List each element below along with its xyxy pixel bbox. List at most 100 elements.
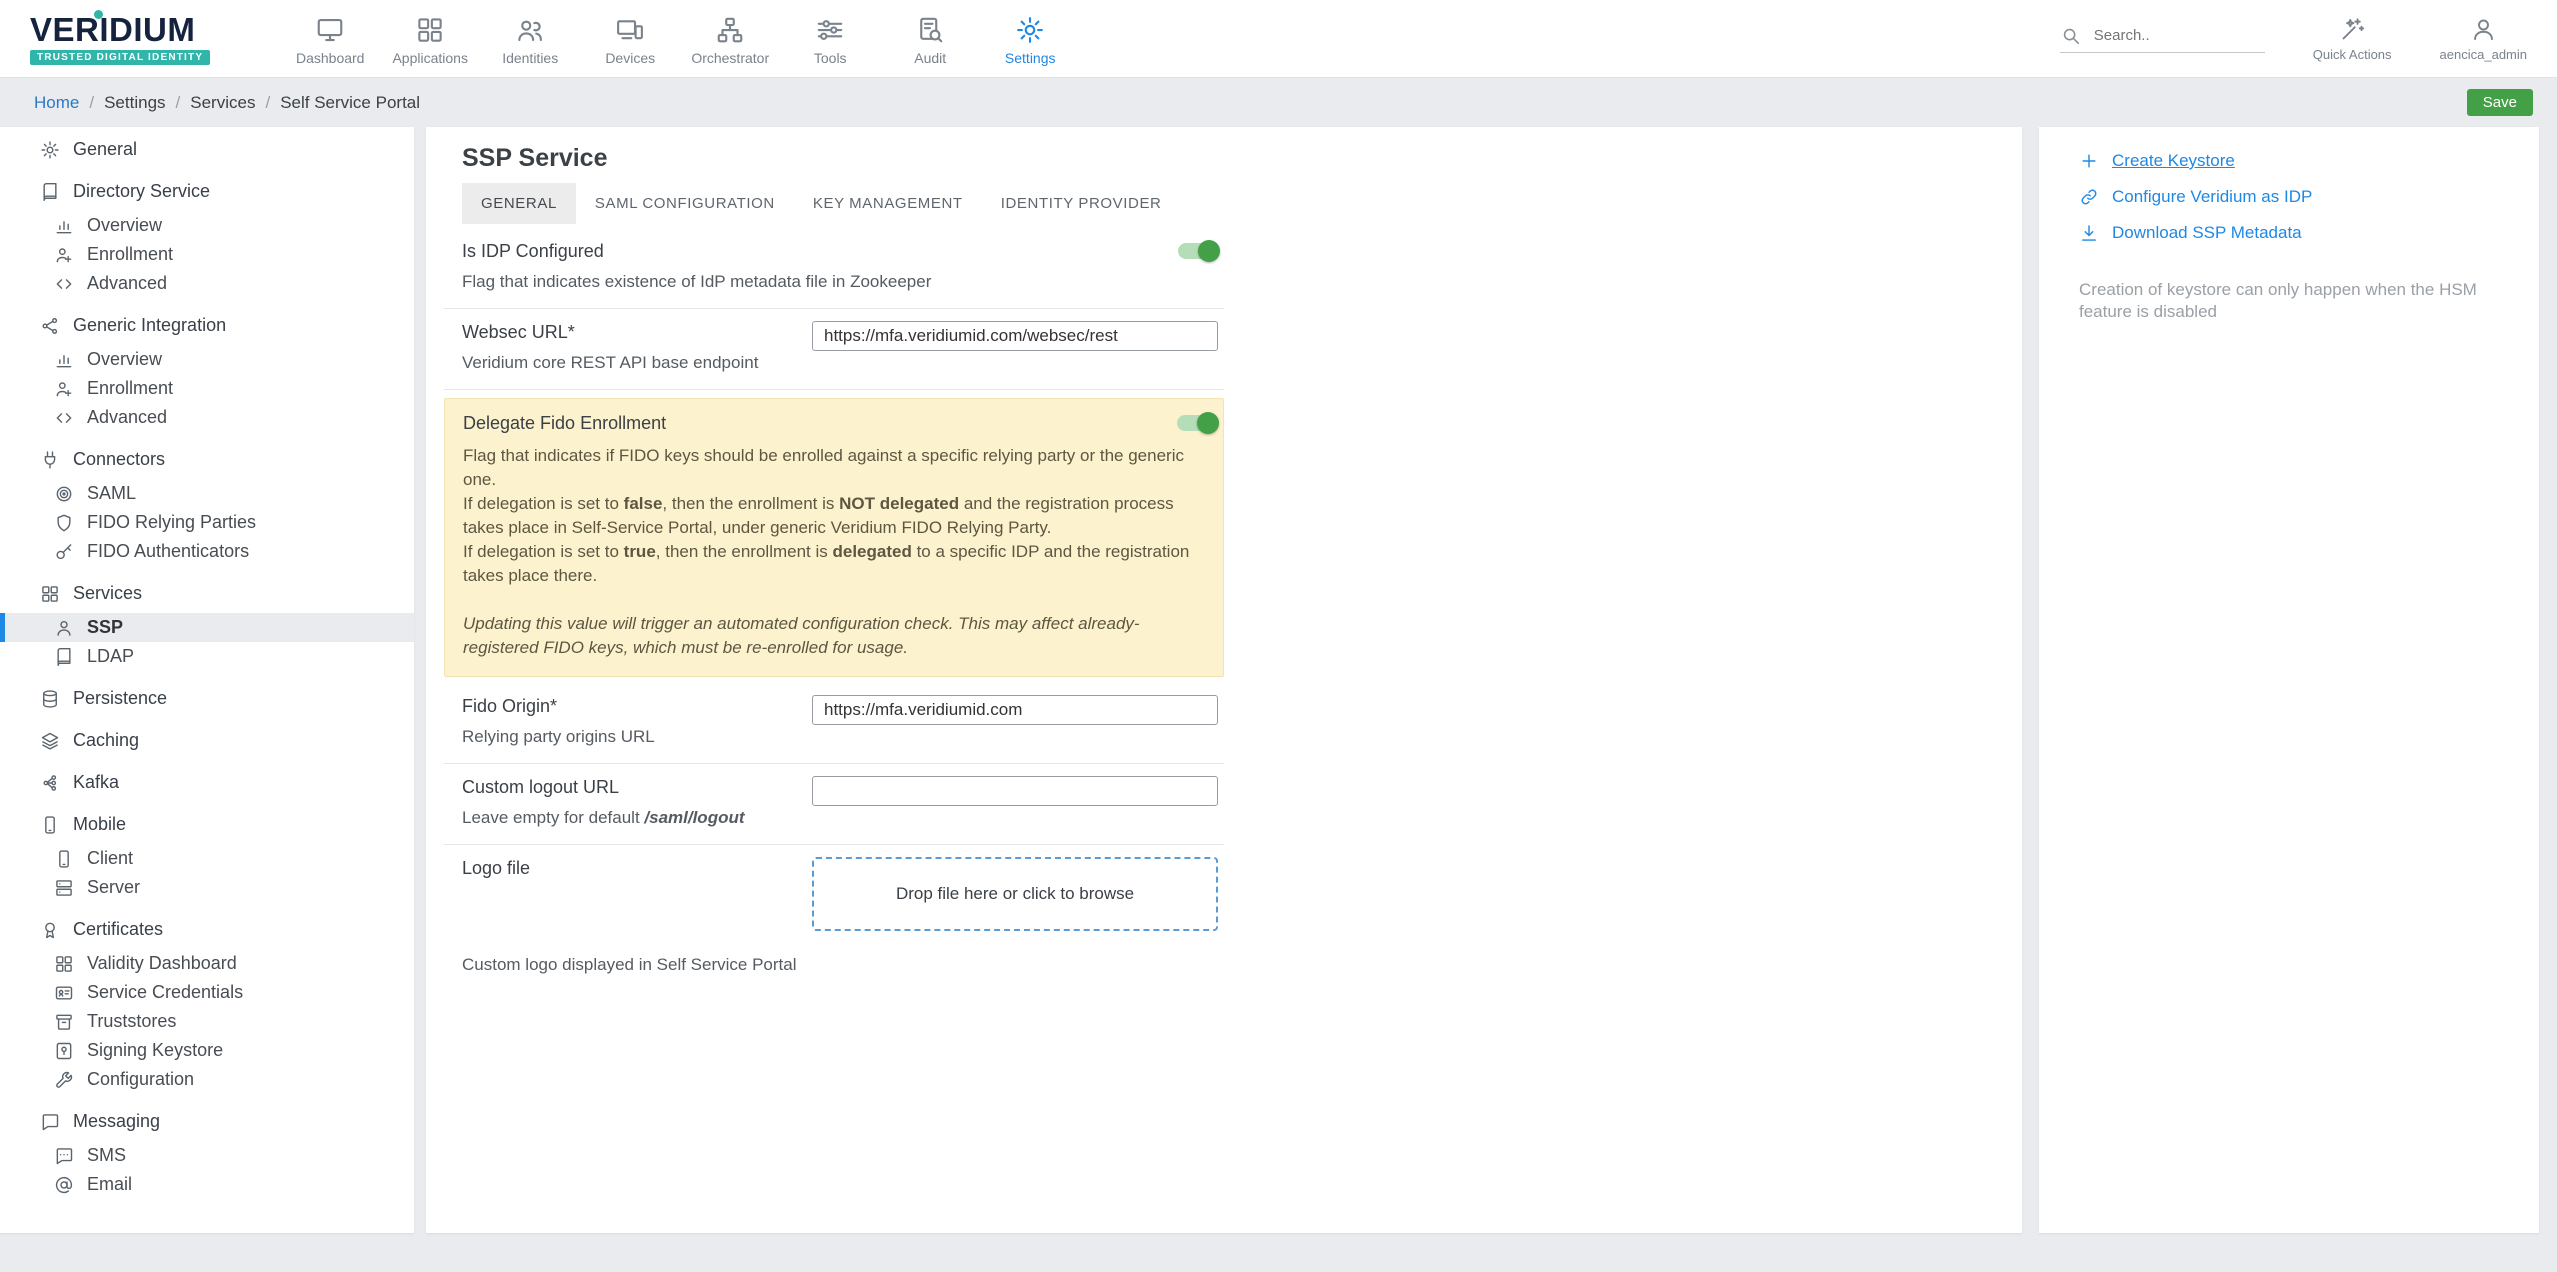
nav-item-dashboard[interactable]: Dashboard [280,11,380,66]
save-button[interactable]: Save [2466,89,2533,116]
sidebar-item-signing-keystore[interactable]: Signing Keystore [0,1036,414,1065]
sidebar-item-services[interactable]: Services [0,579,414,608]
server-icon [56,879,72,896]
field-control [812,321,1218,351]
sidebar-item-ds-enrollment[interactable]: Enrollment [0,240,414,269]
fido-origin-input[interactable] [812,695,1218,725]
database-icon [43,689,57,708]
sidebar-item-label: Caching [73,730,140,750]
nav-label: Audit [914,50,947,66]
sidebar-item-server[interactable]: Server [0,873,414,902]
tab-general[interactable]: GENERAL [462,183,576,224]
field-description: Leave empty for default /saml/logout [462,807,745,828]
sidebar-item-label: Certificates [73,919,164,939]
sidebar-item-ldap[interactable]: LDAP [0,642,414,671]
user-menu[interactable]: aencica_admin [2440,16,2527,62]
field-text: Is IDP Configured Flag that indicates ex… [462,240,931,292]
nav-item-audit[interactable]: Audit [880,11,980,66]
sidebar-item-label: FIDO Authenticators [87,541,250,561]
nav-item-orchestrator[interactable]: Orchestrator [680,11,780,66]
ssp-service-panel: SSP Service GENERAL SAML CONFIGURATION K… [426,127,2022,1233]
download-ssp-metadata-link[interactable]: Download SSP Metadata [2079,215,2509,251]
field-label: Fido Origin* [462,696,558,716]
sidebar-item-certificates[interactable]: Certificates [0,915,414,944]
breadcrumb-settings[interactable]: Settings [104,93,165,113]
sidebar-item-ds-advanced[interactable]: Advanced [0,269,414,298]
is-idp-configured-toggle[interactable] [1178,240,1220,262]
person-icon [57,620,71,636]
sidebar-item-fido-relying-parties[interactable]: FIDO Relying Parties [0,508,414,537]
sidebar-item-directory-service[interactable]: Directory Service [0,177,414,206]
sidebar-item-label: SAML [87,483,137,503]
gear-icon [1017,17,1044,43]
lock-book-icon [56,1042,72,1059]
description-text: , then the enrollment is [655,542,833,561]
row-is-idp-configured: Is IDP Configured Flag that indicates ex… [444,228,1224,308]
sidebar-item-label: LDAP [87,646,135,666]
nav-item-identities[interactable]: Identities [480,11,580,66]
nav-item-devices[interactable]: Devices [580,11,680,66]
archive-icon [56,1014,72,1030]
description-text: NOT delegated [839,494,960,513]
sidebar-item-truststores[interactable]: Truststores [0,1007,414,1036]
logo-file-dropzone[interactable]: Drop file here or click to browse [812,857,1218,931]
sidebar-item-validity-dashboard[interactable]: Validity Dashboard [0,949,414,978]
sidebar-item-sms[interactable]: SMS [0,1141,414,1170]
toggle-knob [1198,240,1220,262]
nav-label: Settings [1004,50,1056,66]
delegate-fido-enrollment-block: Delegate Fido Enrollment Flag that indic… [444,398,1224,677]
sidebar-item-caching[interactable]: Caching [0,726,414,755]
sidebar-item-fido-authenticators[interactable]: FIDO Authenticators [0,537,414,566]
sidebar-item-ssp[interactable]: SSP [0,613,414,642]
breadcrumb-home[interactable]: Home [34,93,79,113]
sidebar-item-mobile[interactable]: Mobile [0,810,414,839]
highlight-header: Delegate Fido Enrollment [463,412,1219,434]
delegate-fido-toggle[interactable] [1177,412,1219,434]
nav-item-applications[interactable]: Applications [380,11,480,66]
logo-dot-icon [94,9,103,19]
custom-logout-url-input[interactable] [812,776,1218,806]
sidebar-item-label: Mobile [73,814,127,834]
search-box [2059,25,2265,53]
sidebar-item-persistence[interactable]: Persistence [0,684,414,713]
tab-identity-provider[interactable]: IDENTITY PROVIDER [982,183,1181,224]
nav-label: Tools [813,50,847,66]
websec-url-input[interactable] [812,321,1218,351]
veridium-logo[interactable]: VERIDIUM TRUSTED DIGITAL IDENTITY [30,9,211,65]
nav-item-tools[interactable]: Tools [780,11,880,66]
quick-actions-button[interactable]: Quick Actions [2313,16,2392,62]
sidebar-item-configuration[interactable]: Configuration [0,1065,414,1094]
sidebar-item-general[interactable]: General [0,135,414,164]
sidebar-item-label: Overview [87,215,163,235]
breadcrumb-services[interactable]: Services [190,93,255,113]
search-icon[interactable] [2060,25,2082,47]
tab-key-management[interactable]: KEY MANAGEMENT [794,183,982,224]
sidebar-item-label: Enrollment [87,378,174,398]
sidebar-item-saml[interactable]: SAML [0,479,414,508]
nav-item-settings[interactable]: Settings [980,11,1080,66]
sidebar-item-client[interactable]: Client [0,844,414,873]
nav-label: Dashboard [295,50,365,66]
sidebar-item-generic-integration[interactable]: Generic Integration [0,311,414,340]
sidebar-item-kafka[interactable]: Kafka [0,768,414,797]
sidebar-item-gi-enrollment[interactable]: Enrollment [0,374,414,403]
sidebar-item-email[interactable]: Email [0,1170,414,1199]
sidebar-item-gi-overview[interactable]: Overview [0,345,414,374]
quick-actions-label: Quick Actions [2312,46,2392,62]
sidebar-item-messaging[interactable]: Messaging [0,1107,414,1136]
create-keystore-link[interactable]: Create Keystore [2079,143,2509,179]
sidebar-item-gi-advanced[interactable]: Advanced [0,403,414,432]
sidebar-item-label: Validity Dashboard [87,953,237,973]
sidebar-item-connectors[interactable]: Connectors [0,445,414,474]
search-input[interactable] [2091,26,2247,45]
sidebar-item-service-credentials[interactable]: Service Credentials [0,978,414,1007]
grid-icon [418,18,442,42]
nodes-icon [43,774,57,791]
nav-label: Orchestrator [691,50,770,66]
field-label: Is IDP Configured [462,241,604,261]
sidebar-item-ds-overview[interactable]: Overview [0,211,414,240]
tab-saml-configuration[interactable]: SAML CONFIGURATION [576,183,794,224]
nav-label: Applications [392,50,468,66]
configure-veridium-as-idp-link[interactable]: Configure Veridium as IDP [2079,179,2509,215]
devices-icon [617,20,644,40]
